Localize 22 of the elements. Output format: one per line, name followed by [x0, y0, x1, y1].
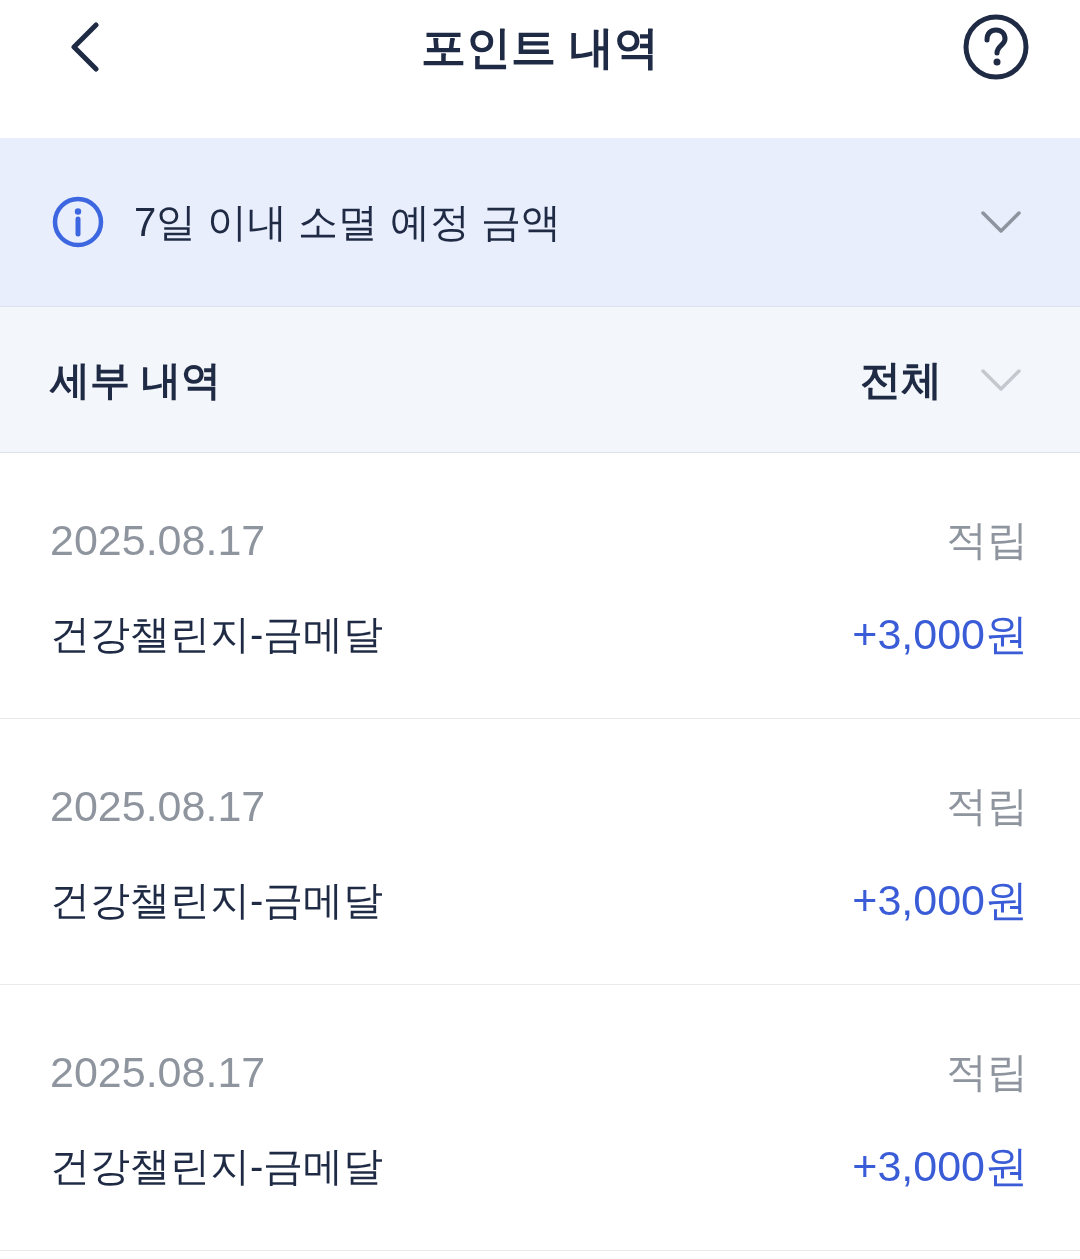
transaction-date: 2025.08.17: [50, 1047, 266, 1098]
transaction-amount: +3,000원: [852, 1141, 1028, 1192]
transaction-date: 2025.08.17: [50, 515, 266, 566]
chevron-down-icon: [980, 367, 1022, 392]
transaction-name: 건강챌린지-금메달: [50, 877, 384, 924]
transaction-type: 적립: [946, 516, 1028, 565]
help-icon: [963, 14, 1029, 80]
filter-dropdown[interactable]: 전체: [860, 351, 1022, 408]
transaction-name: 건강챌린지-금메달: [50, 1143, 384, 1190]
transaction-amount: +3,000원: [852, 609, 1028, 660]
back-icon: [70, 22, 100, 72]
notice-text: 7일 이내 소멸 예정 금액: [134, 199, 561, 246]
transaction-type: 적립: [946, 1048, 1028, 1097]
help-button[interactable]: [962, 13, 1030, 81]
transaction-amount: +3,000원: [852, 875, 1028, 926]
transaction-date: 2025.08.17: [50, 781, 266, 832]
info-icon: [52, 196, 104, 248]
page-title: 포인트 내역: [421, 21, 659, 75]
expiring-notice-banner[interactable]: 7일 이내 소멸 예정 금액: [0, 138, 1080, 307]
section-label: 세부 내역: [50, 356, 222, 404]
transaction-type: 적립: [946, 782, 1028, 831]
transaction-name: 건강챌린지-금메달: [50, 611, 384, 658]
